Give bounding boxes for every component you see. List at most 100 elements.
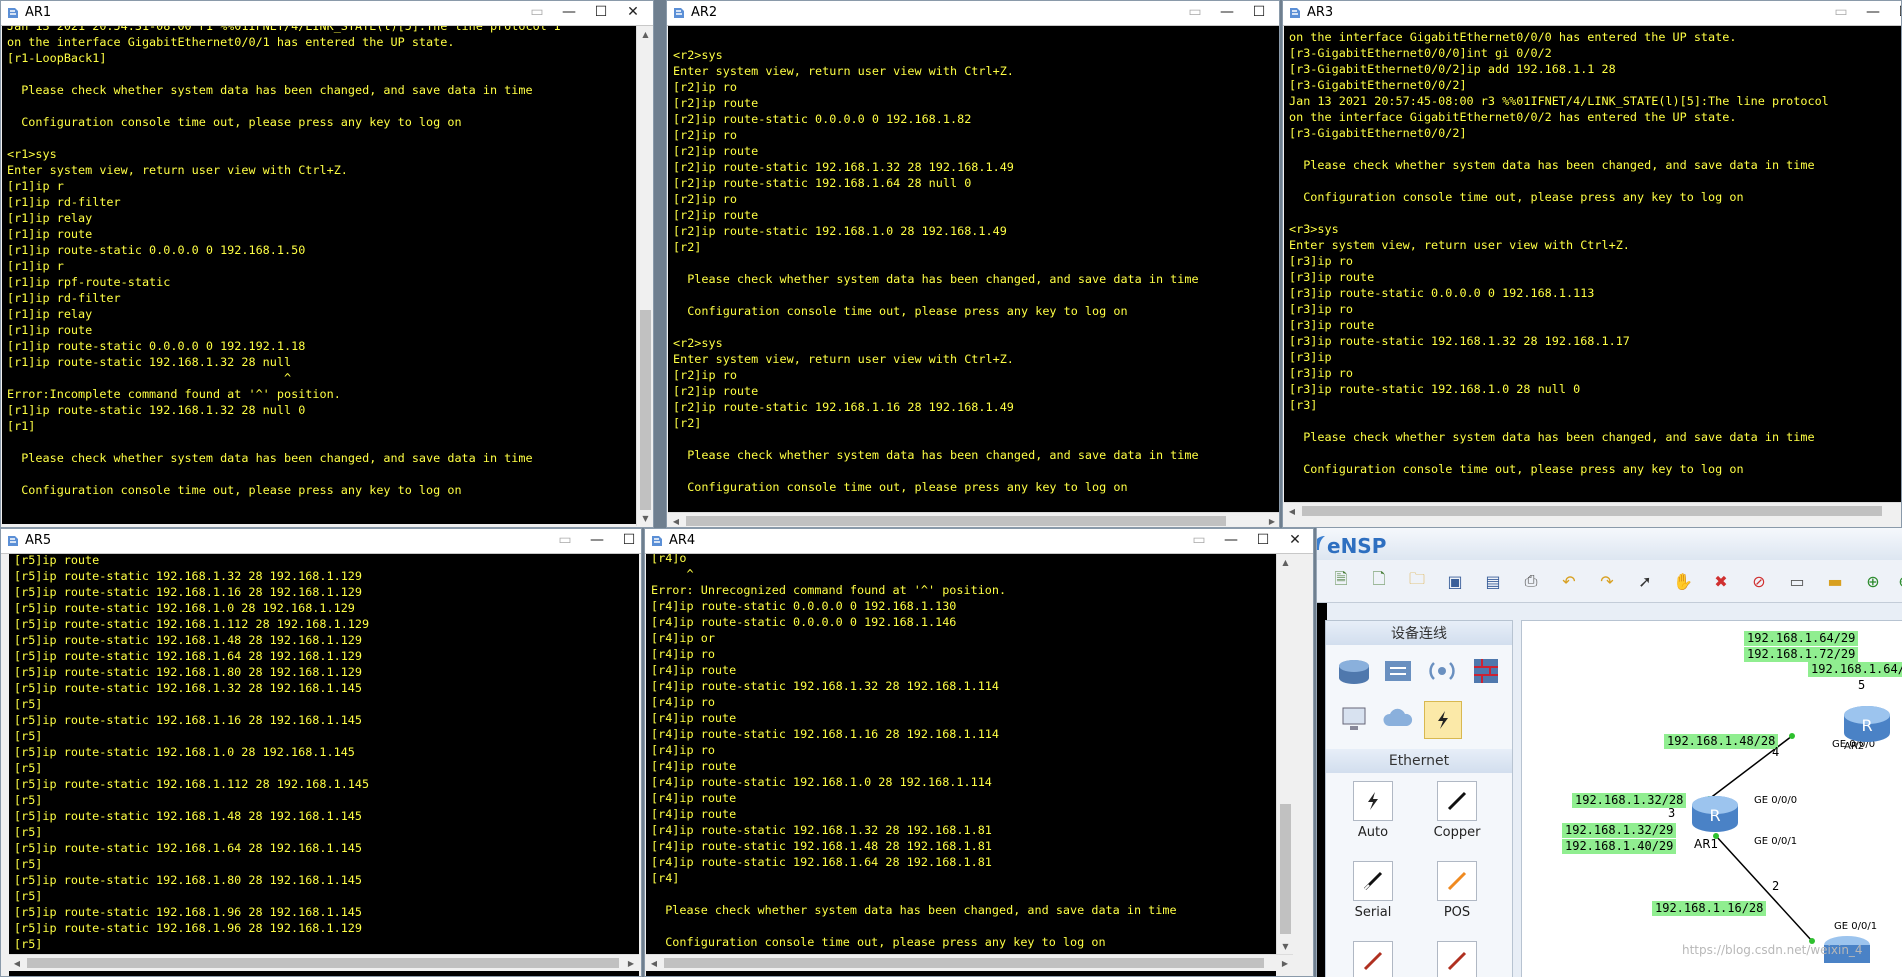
scroll-up-icon[interactable]: ▲ <box>637 26 653 42</box>
maximize-button[interactable]: ☐ <box>585 2 617 22</box>
link-number: 3 <box>1668 806 1676 820</box>
restore-icon[interactable]: ▭ <box>1179 2 1211 22</box>
restore-icon[interactable]: ▭ <box>1183 530 1215 550</box>
subnet-label: 192.168.1.72/29 <box>1744 647 1859 662</box>
ar1-titlebar[interactable]: AR1 ▭ — ☐ ✕ <box>1 1 653 26</box>
maximize-button[interactable]: ☐ <box>1243 2 1275 22</box>
scroll-up-icon[interactable]: ▲ <box>1277 554 1294 570</box>
scroll-thumb[interactable] <box>686 516 1226 526</box>
restore-icon[interactable]: ▭ <box>521 2 553 22</box>
ar1-console[interactable]: Jan 13 2021 20:54:31-08:00 r1 %%01IFNET/… <box>2 26 636 524</box>
scroll-thumb[interactable] <box>27 958 619 968</box>
minimize-button[interactable]: — <box>1857 2 1889 22</box>
scroll-thumb[interactable] <box>664 958 1264 968</box>
ar2-titlebar[interactable]: AR2 ▭ — ☐ <box>667 1 1279 26</box>
ar3-window[interactable]: AR3 ▭ — ☐ on the interface GigabitEthern… <box>1282 0 1902 528</box>
ar3-titlebar[interactable]: AR3 ▭ — ☐ <box>1283 1 1901 26</box>
restore-icon[interactable]: ▭ <box>1825 2 1857 22</box>
ar4-horizontal-scrollbar[interactable]: ◀ ▶ <box>646 954 1293 971</box>
ensp-titlebar[interactable]: eNSP <box>1317 528 1902 560</box>
ar2-console[interactable]: <r2>sys Enter system view, return user v… <box>668 26 1279 512</box>
cloud-category-icon[interactable] <box>1380 701 1416 737</box>
cable-label: POS <box>1443 905 1471 920</box>
ar1-window[interactable]: AR1 ▭ — ☐ ✕ Jan 13 2021 20:54:31-08:00 r… <box>0 0 654 528</box>
ar2-horizontal-scrollbar[interactable]: ◀ ▶ <box>668 512 1279 527</box>
cable-e1[interactable] <box>1350 941 1396 977</box>
cable-copper[interactable]: Copper <box>1434 781 1480 840</box>
zoom-in-icon[interactable]: ⊕ <box>1861 569 1885 593</box>
cable-category-icon[interactable] <box>1424 701 1462 739</box>
scroll-right-icon[interactable]: ▶ <box>623 955 639 971</box>
scroll-left-icon[interactable]: ◀ <box>668 513 684 527</box>
scroll-down-icon[interactable]: ▼ <box>637 510 653 526</box>
switch-category-icon[interactable] <box>1380 653 1416 689</box>
ar4-console[interactable]: [r4]o ^ Error: Unrecognized command foun… <box>646 554 1276 976</box>
ar3-console-text: on the interface GigabitEthernet0/0/0 ha… <box>1289 30 1829 476</box>
ar3-horizontal-scrollbar[interactable]: ◀ <box>1284 502 1901 519</box>
hand-drag-icon[interactable]: ✋ <box>1671 569 1695 593</box>
maximize-button[interactable]: ☐ <box>613 530 641 550</box>
firewall-category-icon[interactable] <box>1468 653 1504 689</box>
scroll-right-icon[interactable]: ▶ <box>1264 513 1279 527</box>
ar4-titlebar[interactable]: AR4 ▭ — ☐ ✕ <box>645 529 1313 554</box>
ar2-console-text: <r2>sys Enter system view, return user v… <box>673 48 1199 494</box>
ensp-toolbar: 🗎 🗋 🗀 ▣ ▤ ⎙ ↶ ↷ ➚ ✋ ✖ ⊘ ▭ ▬ ⊕ ⊖ <box>1317 560 1902 603</box>
minimize-button[interactable]: — <box>553 2 585 22</box>
restore-icon[interactable]: ▭ <box>549 530 581 550</box>
save-as-icon[interactable]: ▤ <box>1481 569 1505 593</box>
minimize-button[interactable]: — <box>581 530 613 550</box>
scroll-left-icon[interactable]: ◀ <box>9 955 25 971</box>
cable-auto[interactable]: Auto <box>1350 781 1396 840</box>
topology-canvas[interactable]: 192.168.1.64/29 192.168.1.72/29 192.168.… <box>1521 620 1902 977</box>
ar3-title: AR3 <box>1307 5 1334 20</box>
new-file-icon[interactable]: 🗋 <box>1367 569 1391 593</box>
router-node-ar1[interactable]: R AR1 <box>1690 791 1740 851</box>
pos-cable-icon <box>1437 861 1477 901</box>
pc-category-icon[interactable] <box>1336 701 1372 737</box>
comment-icon[interactable]: ▭ <box>1785 569 1809 593</box>
cable-pos[interactable]: POS <box>1434 861 1480 920</box>
router-node-ar2[interactable]: R AR2 <box>1842 701 1892 752</box>
device-panel-title: 设备连线 <box>1326 621 1512 645</box>
ar5-console[interactable]: [r5]ip route [r5]ip route-static 192.168… <box>9 554 639 976</box>
router-category-icon[interactable] <box>1336 653 1372 689</box>
minimize-button[interactable]: — <box>1215 530 1247 550</box>
console-icon <box>652 536 662 546</box>
ar5-window[interactable]: AR5 ▭ — ☐ [r5]ip route [r5]ip route-stat… <box>0 528 642 977</box>
ar5-horizontal-scrollbar[interactable]: ◀ ▶ <box>9 954 639 971</box>
select-pointer-icon[interactable]: ➚ <box>1633 569 1657 593</box>
wireless-category-icon[interactable] <box>1424 653 1460 689</box>
scroll-thumb[interactable] <box>640 310 651 510</box>
router-label: AR1 <box>1694 837 1719 851</box>
scroll-left-icon[interactable]: ◀ <box>1284 503 1300 519</box>
scroll-down-icon[interactable]: ▼ <box>1277 938 1294 954</box>
save-icon[interactable]: ▣ <box>1443 569 1467 593</box>
cable-serial[interactable]: Serial <box>1350 861 1396 920</box>
scroll-right-icon[interactable]: ▶ <box>1277 955 1293 971</box>
ar5-titlebar[interactable]: AR5 ▭ — ☐ <box>1 529 641 554</box>
minimize-button[interactable]: — <box>1211 2 1243 22</box>
ensp-window[interactable]: eNSP 🗎 🗋 🗀 ▣ ▤ ⎙ ↶ ↷ ➚ ✋ ✖ ⊘ ▭ ▬ ⊕ ⊖ 设备连… <box>1316 528 1902 977</box>
print-icon[interactable]: ⎙ <box>1519 569 1543 593</box>
open-folder-icon[interactable]: 🗀 <box>1405 569 1429 593</box>
ar4-vertical-scrollbar[interactable]: ▲ ▼ <box>1276 554 1294 954</box>
undo-icon[interactable]: ↶ <box>1557 569 1581 593</box>
delete-icon[interactable]: ✖ <box>1709 569 1733 593</box>
ar4-window[interactable]: AR4 ▭ — ☐ ✕ [r4]o ^ Error: Unrecognized … <box>644 528 1314 977</box>
ar1-vertical-scrollbar[interactable]: ▲ ▼ <box>636 26 653 526</box>
close-button[interactable]: ✕ <box>617 2 649 22</box>
cable-atm[interactable] <box>1434 941 1480 977</box>
delete-link-icon[interactable]: ⊘ <box>1747 569 1771 593</box>
rectangle-icon[interactable]: ▬ <box>1823 569 1847 593</box>
ar3-console[interactable]: on the interface GigabitEthernet0/0/0 ha… <box>1284 26 1901 502</box>
new-topology-icon[interactable]: 🗎 <box>1329 569 1353 593</box>
zoom-out-icon[interactable]: ⊖ <box>1893 569 1902 593</box>
ar2-window[interactable]: AR2 ▭ — ☐ <r2>sys Enter system view, ret… <box>666 0 1280 528</box>
scroll-thumb[interactable] <box>1302 506 1882 516</box>
close-button[interactable]: ✕ <box>1279 530 1311 550</box>
maximize-button[interactable]: ☐ <box>1889 2 1901 22</box>
maximize-button[interactable]: ☐ <box>1247 530 1279 550</box>
redo-icon[interactable]: ↷ <box>1595 569 1619 593</box>
scroll-thumb[interactable] <box>1280 804 1291 934</box>
scroll-left-icon[interactable]: ◀ <box>646 955 662 971</box>
